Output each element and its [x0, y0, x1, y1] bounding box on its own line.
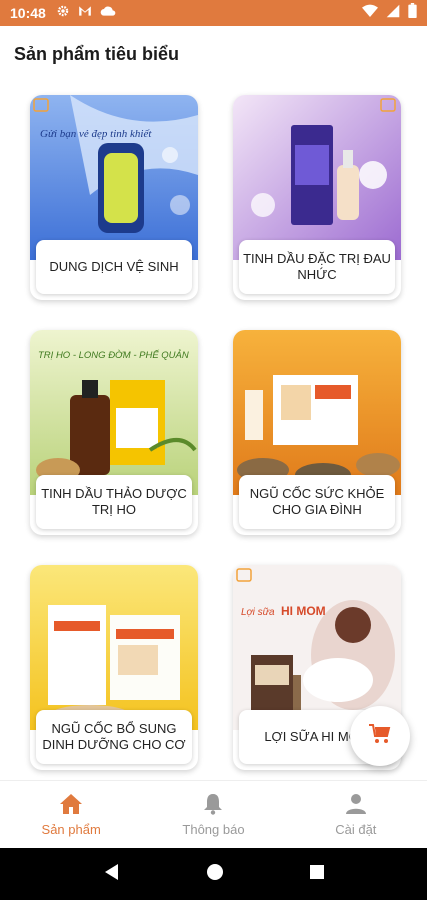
image-slogan-prefix: Lợi sữa — [241, 607, 275, 618]
product-card-cough-oil[interactable]: TRỊ HO - LONG ĐỜM - PHẾ QUẢN TINH DẦU TH… — [30, 330, 198, 535]
image-slogan-brand: HI MOM — [281, 604, 326, 618]
image-slogan: Gửi bạn vẻ đẹp tinh khiết — [40, 128, 152, 140]
product-image — [233, 330, 401, 495]
recents-icon[interactable] — [309, 864, 325, 885]
nav-label: Thông báo — [182, 821, 245, 837]
product-grid: Gửi bạn vẻ đẹp tinh khiết DUNG DỊCH VỆ S… — [0, 80, 427, 780]
product-label: NGŨ CỐC SỨC KHỎE CHO GIA ĐÌNH — [239, 475, 395, 529]
image-slogan: TRỊ HO - LONG ĐỜM - PHẾ QUẢN — [38, 349, 189, 361]
product-image: Gửi bạn vẻ đẹp tinh khiết — [30, 95, 198, 260]
product-card-feminine-wash[interactable]: Gửi bạn vẻ đẹp tinh khiết DUNG DỊCH VỆ S… — [30, 95, 198, 300]
system-nav-bar — [0, 848, 427, 900]
bottom-nav: Sản phẩm Thông báo Cài đặt — [0, 780, 427, 848]
product-card-nutrition-cereal[interactable]: NGŨ CỐC BỔ SUNG DINH DƯỠNG CHO CƠ — [30, 565, 198, 770]
person-icon — [345, 793, 367, 818]
home-icon — [59, 793, 83, 818]
product-image: TRỊ HO - LONG ĐỜM - PHẾ QUẢN — [30, 330, 198, 495]
cloud-icon — [100, 4, 116, 22]
battery-icon — [408, 3, 417, 23]
signal-icon — [386, 4, 400, 23]
product-label: DUNG DỊCH VỆ SINH — [36, 240, 192, 294]
gear-icon — [56, 4, 70, 23]
product-label: TINH DẦU ĐẶC TRỊ ĐAU NHỨC — [239, 240, 395, 294]
cart-icon — [368, 722, 392, 751]
nav-label: Cài đặt — [335, 821, 377, 837]
cart-button[interactable] — [350, 706, 410, 766]
status-bar: 10:48 — [0, 0, 427, 26]
product-image — [30, 565, 198, 730]
product-label: TINH DẦU THẢO DƯỢC TRỊ HO — [36, 475, 192, 529]
product-image — [233, 95, 401, 260]
status-time: 10:48 — [10, 5, 46, 21]
nav-settings[interactable]: Cài đặt — [285, 781, 427, 848]
gmail-icon — [78, 4, 92, 22]
back-icon[interactable] — [103, 863, 121, 886]
product-label: NGŨ CỐC BỔ SUNG DINH DƯỠNG CHO CƠ — [36, 710, 192, 764]
nav-products[interactable]: Sản phẩm — [0, 781, 142, 848]
nav-label: Sản phẩm — [41, 821, 101, 837]
home-circle-icon[interactable] — [206, 863, 224, 886]
nav-notifications[interactable]: Thông báo — [142, 781, 284, 848]
product-card-family-cereal[interactable]: NGŨ CỐC SỨC KHỎE CHO GIA ĐÌNH — [233, 330, 401, 535]
product-card-pain-oil[interactable]: TINH DẦU ĐẶC TRỊ ĐAU NHỨC — [233, 95, 401, 300]
bell-icon — [203, 793, 223, 818]
wifi-icon — [362, 4, 378, 23]
page-title: Sản phẩm tiêu biểu — [14, 44, 180, 64]
